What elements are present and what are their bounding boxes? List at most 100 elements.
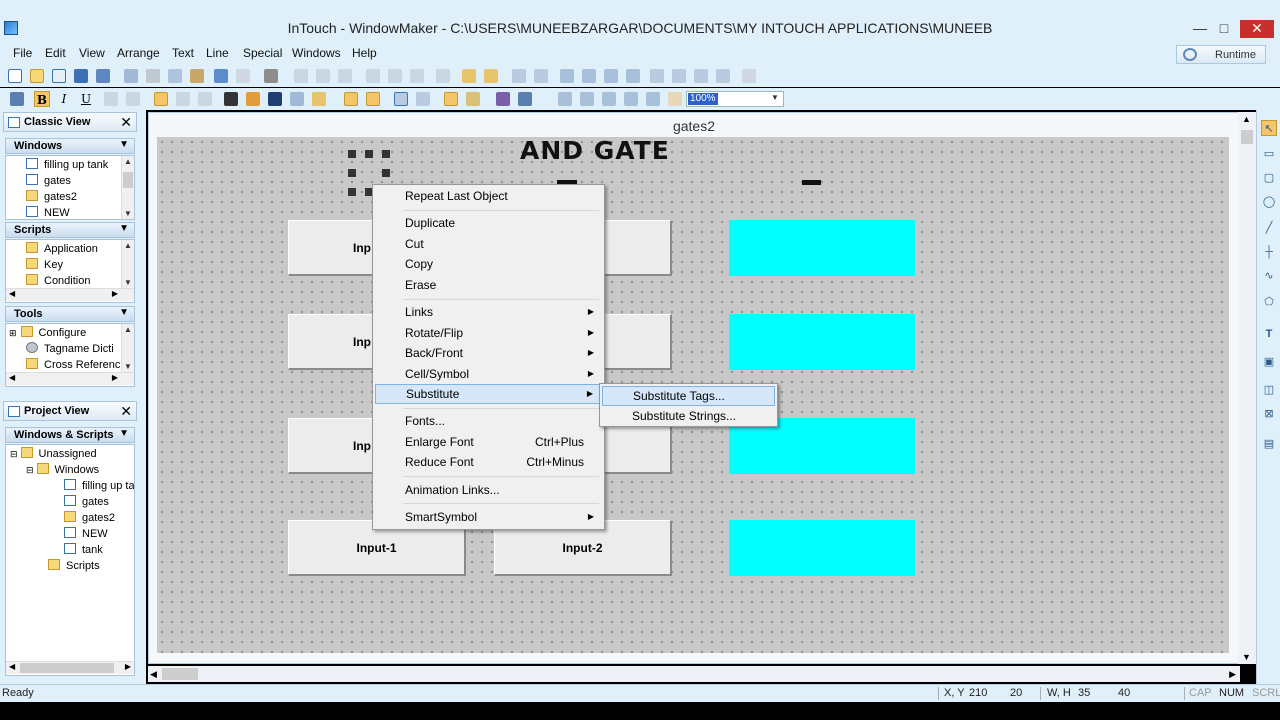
text-align-center-icon[interactable] — [176, 92, 190, 106]
align-centers-icon[interactable] — [436, 69, 450, 83]
ellipse-tool-icon[interactable]: ◯ — [1261, 194, 1277, 210]
tools-hscrollbar[interactable]: ◀ ▶ — [6, 372, 134, 385]
cut-icon[interactable] — [146, 69, 160, 83]
paste-icon[interactable] — [190, 69, 204, 83]
menu-edit[interactable]: Edit — [45, 46, 66, 60]
menu-copy[interactable]: Copy — [375, 254, 602, 274]
selection-handle[interactable] — [382, 169, 390, 177]
zoom-fit-icon[interactable] — [602, 92, 616, 106]
selection-tool-icon[interactable]: ↖ — [1261, 120, 1277, 136]
menu-arrange[interactable]: Arrange — [117, 46, 160, 60]
scroll-left-icon[interactable]: ◀ — [9, 662, 15, 671]
window-script-icon[interactable] — [366, 92, 380, 106]
list-item[interactable]: gates — [26, 174, 108, 190]
align-bottom-icon[interactable] — [410, 69, 424, 83]
menu-special[interactable]: Special — [243, 46, 282, 60]
list-item[interactable]: ⊞ Configure — [9, 326, 120, 342]
undo-icon[interactable] — [214, 69, 228, 83]
menu-smartsymbol[interactable]: SmartSymbol ▶ — [375, 507, 602, 527]
output-rectangle[interactable] — [729, 220, 915, 276]
scroll-right-icon[interactable]: ▶ — [112, 289, 118, 298]
copy-icon[interactable] — [168, 69, 182, 83]
scroll-left-icon[interactable]: ◀ — [9, 373, 15, 382]
flip-horizontal-icon[interactable] — [694, 69, 708, 83]
scroll-up-icon[interactable]: ▲ — [124, 157, 132, 166]
save-all-icon[interactable] — [96, 69, 110, 83]
scripts-section-header[interactable]: Scripts ▼ — [5, 222, 135, 238]
minimize-button[interactable]: — — [1188, 20, 1212, 38]
make-cell-icon[interactable] — [560, 69, 574, 83]
rotate-ccw-icon[interactable] — [672, 69, 686, 83]
close-window-icon[interactable] — [52, 69, 66, 83]
text-tool-icon[interactable]: T — [1261, 326, 1277, 342]
close-button[interactable]: ✕ — [1240, 20, 1274, 38]
tree-item[interactable]: gates2 — [10, 511, 134, 527]
pan-hand-icon[interactable] — [668, 92, 682, 106]
menu-duplicate[interactable]: Duplicate — [375, 213, 602, 233]
polygon-tool-icon[interactable]: ⬠ — [1261, 294, 1277, 310]
menu-back-front[interactable]: Back/Front ▶ — [375, 343, 602, 363]
space-vertical-icon[interactable] — [534, 69, 548, 83]
break-symbol-icon[interactable] — [626, 69, 640, 83]
document-vscrollbar[interactable]: ▲ ▼ — [1238, 112, 1256, 664]
menu-substitute[interactable]: Substitute ▶ — [375, 384, 602, 404]
scroll-down-icon[interactable]: ▼ — [1242, 652, 1251, 662]
align-right-icon[interactable] — [338, 69, 352, 83]
ruler-icon[interactable] — [466, 92, 480, 106]
full-screen-icon[interactable] — [394, 92, 408, 106]
chevron-down-icon[interactable]: ▼ — [771, 93, 779, 102]
runtime-button[interactable]: Runtime — [1176, 45, 1266, 64]
menu-help[interactable]: Help — [352, 46, 377, 60]
selection-handle[interactable] — [382, 150, 390, 158]
rectangle-tool-icon[interactable]: ▭ — [1261, 146, 1277, 162]
select-all-icon[interactable] — [124, 69, 138, 83]
rounded-rectangle-tool-icon[interactable]: ▢ — [1261, 170, 1277, 186]
zoom-in-icon[interactable] — [558, 92, 572, 106]
scroll-up-icon[interactable]: ▲ — [124, 325, 132, 334]
list-item[interactable]: gates2 — [26, 190, 108, 206]
hv-line-tool-icon[interactable]: ┼ — [1261, 244, 1277, 260]
fit-window-icon[interactable] — [416, 92, 430, 106]
new-icon[interactable] — [8, 69, 22, 83]
zoom-selection-icon[interactable] — [624, 92, 638, 106]
menu-view[interactable]: View — [79, 46, 105, 60]
menu-reduce-font[interactable]: Reduce Font Ctrl+Minus — [375, 452, 602, 472]
enlarge-font-icon[interactable] — [126, 92, 140, 106]
font-icon[interactable] — [10, 92, 24, 106]
wizard-icon[interactable] — [496, 92, 510, 106]
rotate-cw-icon[interactable] — [650, 69, 664, 83]
menu-fonts[interactable]: Fonts... — [375, 411, 602, 431]
scroll-down-icon[interactable]: ▼ — [124, 278, 132, 287]
document-hscrollbar[interactable]: ◀ ▶ — [148, 666, 1240, 682]
windows-scrollbar[interactable]: ▲ ▼ — [121, 156, 134, 219]
scroll-right-icon[interactable]: ▶ — [125, 662, 131, 671]
tree-item[interactable]: NEW — [10, 527, 134, 543]
scripts-scrollbar[interactable]: ▲ ▼ — [121, 240, 134, 288]
grid-icon[interactable] — [444, 92, 458, 106]
zoom-normal-icon[interactable] — [646, 92, 660, 106]
selection-handle[interactable] — [348, 150, 356, 158]
menu-repeat-last-object[interactable]: Repeat Last Object — [375, 186, 602, 206]
bring-front-icon[interactable] — [462, 69, 476, 83]
scroll-thumb[interactable] — [20, 663, 114, 673]
zoom-out-icon[interactable] — [580, 92, 594, 106]
scroll-right-icon[interactable]: ▶ — [1229, 669, 1236, 680]
flip-vertical-icon[interactable] — [716, 69, 730, 83]
zoom-combobox[interactable]: 100% ▼ — [686, 91, 784, 107]
tree-item[interactable]: tank — [10, 543, 134, 559]
maximize-button[interactable]: □ — [1212, 20, 1236, 38]
expand-plus-icon[interactable]: ⊞ — [9, 328, 17, 338]
scroll-thumb[interactable] — [162, 668, 198, 680]
windows-section-header[interactable]: Windows ▼ — [5, 138, 135, 154]
send-back-icon[interactable] — [484, 69, 498, 83]
open-icon[interactable] — [30, 69, 44, 83]
collapse-arrow-icon[interactable]: ▼ — [119, 223, 129, 234]
break-cell-icon[interactable] — [582, 69, 596, 83]
output-rectangle[interactable] — [729, 314, 915, 370]
trend-tool-icon[interactable]: ◫ — [1261, 382, 1277, 398]
scroll-up-icon[interactable]: ▲ — [1242, 114, 1251, 124]
tools-section-header[interactable]: Tools ▼ — [5, 306, 135, 322]
project-view-close-icon[interactable]: ✕ — [120, 403, 132, 420]
button-tool-icon[interactable]: ⊠ — [1261, 406, 1277, 422]
menu-cut[interactable]: Cut — [375, 234, 602, 254]
